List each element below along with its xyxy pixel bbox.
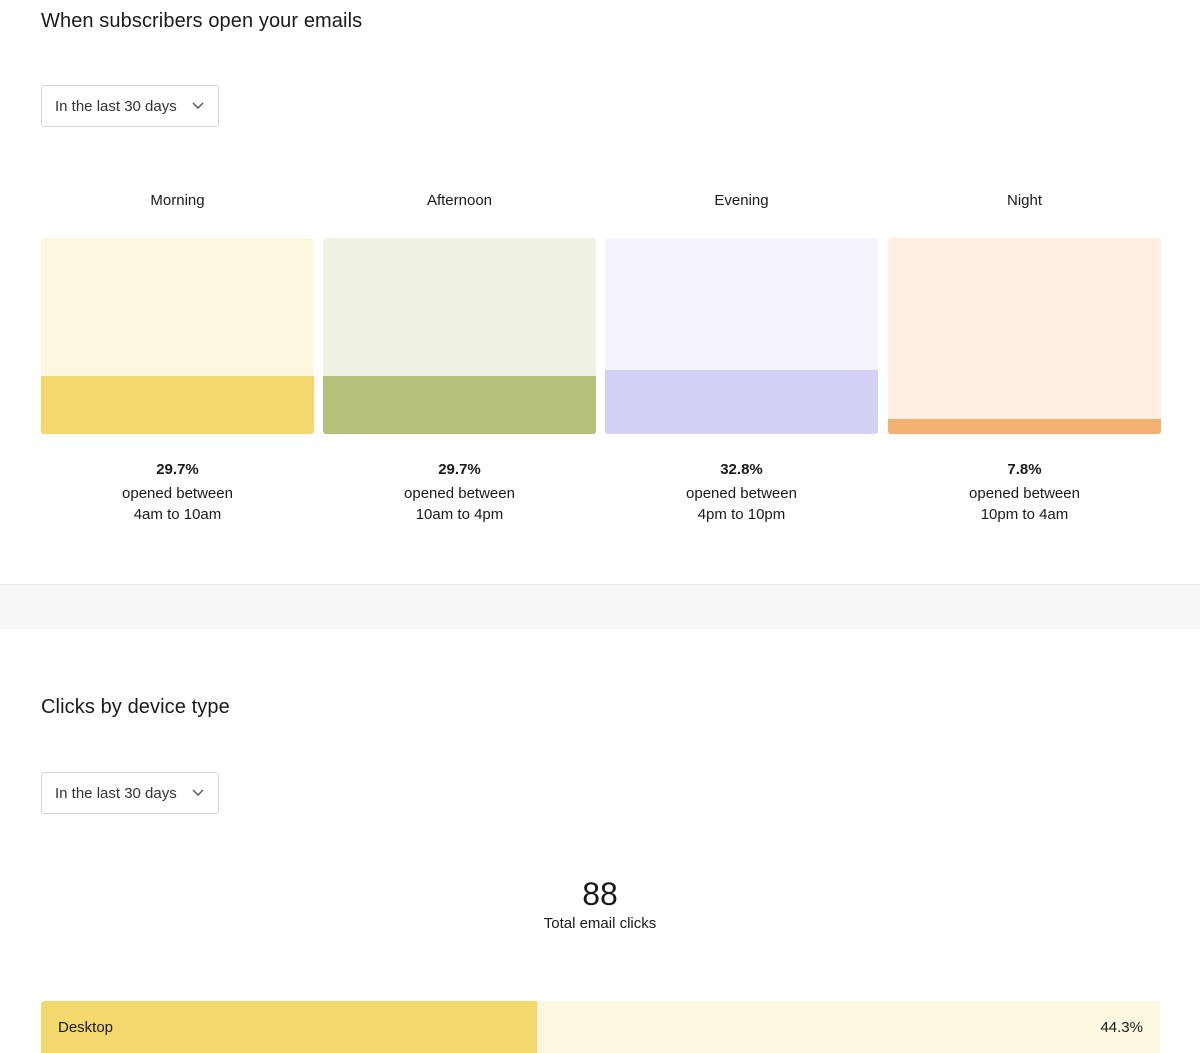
period-label: Evening (714, 192, 769, 209)
period-desc-line1: opened between (686, 485, 797, 502)
period-description: opened between 4pm to 10pm (605, 483, 878, 525)
period-afternoon: Afternoon 29.7% opened between 10am to 4… (323, 180, 596, 540)
device-bar-desktop: Desktop 44.3% (41, 1001, 1160, 1053)
clicks-range-dropdown[interactable]: In the last 30 days (41, 772, 219, 814)
total-clicks-value: 88 (582, 876, 618, 912)
device-percent: 44.3% (1100, 1019, 1143, 1036)
period-night: Night 7.8% opened between 10pm to 4am (888, 180, 1161, 540)
opens-range-dropdown[interactable]: In the last 30 days (41, 85, 219, 127)
email-opens-section: When subscribers open your emails In the… (0, 0, 1200, 585)
total-clicks-label: Total email clicks (543, 915, 657, 932)
chevron-down-icon (192, 102, 204, 109)
period-label: Night (1006, 192, 1043, 209)
period-time-range: 4pm to 10pm (697, 506, 786, 523)
clicks-by-device-section: Clicks by device type In the last 30 day… (0, 629, 1200, 1053)
section-divider (0, 585, 1200, 629)
chevron-down-icon (192, 789, 204, 796)
period-label: Afternoon (426, 192, 493, 209)
period-percent: 29.7% (156, 461, 199, 478)
period-desc-line1: opened between (122, 485, 233, 502)
total-clicks-block: 88 Total email clicks (0, 875, 1200, 932)
period-percent: 29.7% (438, 461, 481, 478)
period-description: opened between 10am to 4pm (323, 483, 596, 525)
period-bar (605, 238, 878, 434)
period-evening: Evening 32.8% opened between 4pm to 10pm (605, 180, 878, 540)
period-time-range: 10am to 4pm (415, 506, 504, 523)
period-bar-fill (888, 418, 1161, 434)
clicks-range-value: In the last 30 days (55, 784, 177, 802)
period-bar (323, 238, 596, 434)
period-description: opened between 4am to 10am (41, 483, 314, 525)
clicks-section-title: Clicks by device type (41, 696, 230, 718)
opens-range-value: In the last 30 days (55, 97, 177, 115)
period-description: opened between 10pm to 4am (888, 483, 1161, 525)
period-desc-line1: opened between (969, 485, 1080, 502)
period-bar-fill (605, 369, 878, 434)
period-morning: Morning 29.7% opened between 4am to 10am (41, 180, 314, 540)
period-bar (41, 238, 314, 434)
period-desc-line1: opened between (404, 485, 515, 502)
device-bar-fill (41, 1001, 537, 1053)
period-label: Morning (150, 192, 205, 209)
opens-section-title: When subscribers open your emails (41, 10, 363, 32)
device-name: Desktop (58, 1019, 114, 1036)
period-bar (888, 238, 1161, 434)
period-bar-fill (41, 375, 314, 434)
period-bar-fill (323, 375, 596, 434)
period-percent: 7.8% (1007, 461, 1042, 478)
period-percent: 32.8% (720, 461, 763, 478)
time-of-day-grid: Morning 29.7% opened between 4am to 10am… (41, 180, 1161, 540)
period-time-range: 10pm to 4am (980, 506, 1069, 523)
period-time-range: 4am to 10am (133, 506, 222, 523)
